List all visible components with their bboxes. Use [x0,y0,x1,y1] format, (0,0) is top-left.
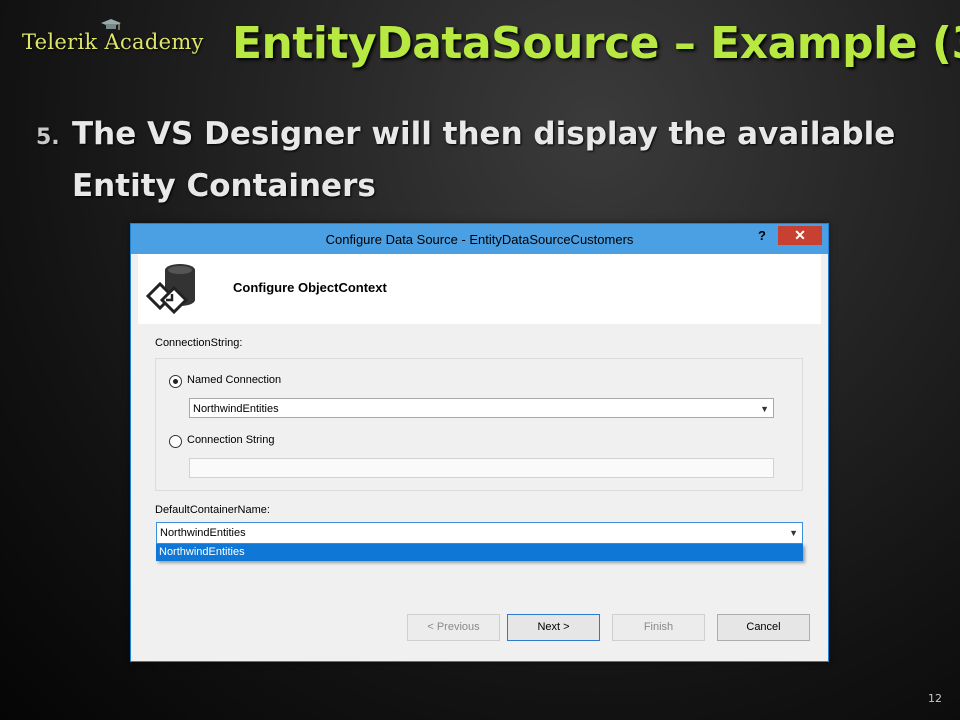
chevron-down-icon: ▼ [760,404,769,414]
next-button[interactable]: Next > [507,614,600,641]
configure-data-source-dialog: Configure Data Source - EntityDataSource… [130,223,829,662]
close-button[interactable]: ✕ [778,226,822,245]
database-configure-icon [145,264,195,315]
dialog-titlebar[interactable]: Configure Data Source - EntityDataSource… [131,224,828,254]
named-connection-label[interactable]: Named Connection [187,374,281,386]
slide-title: EntityDataSource – Example (3) [232,18,960,69]
wizard-header: Configure ObjectContext [138,254,821,324]
bullet-text: The VS Designer will then display the av… [72,116,896,204]
bullet-number: 5. [36,125,60,150]
previous-button[interactable]: < Previous [407,614,500,641]
default-container-select[interactable]: NorthwindEntities ▼ [156,522,803,544]
connection-string-radio[interactable] [169,435,182,448]
connection-string-label: ConnectionString: [155,337,243,349]
page-number: 12 [928,692,942,705]
named-connection-radio[interactable] [169,375,182,388]
dialog-title: Configure Data Source - EntityDataSource… [325,232,634,247]
named-connection-select[interactable]: NorthwindEntities ▼ [189,398,774,418]
dropdown-option[interactable]: NorthwindEntities [156,544,803,561]
chevron-down-icon: ▼ [789,528,798,538]
named-connection-value: NorthwindEntities [193,403,279,415]
help-button[interactable]: ? [750,226,774,246]
finish-button[interactable]: Finish [612,614,705,641]
wizard-step-title: Configure ObjectContext [233,280,387,295]
cancel-button[interactable]: Cancel [717,614,810,641]
logo-text: Telerik Academy [22,30,204,54]
connection-string-option-label[interactable]: Connection String [187,434,274,446]
connection-groupbox: Named Connection NorthwindEntities ▼ Con… [155,358,803,491]
default-container-label: DefaultContainerName: [155,504,270,516]
dropdown-option-label: NorthwindEntities [159,546,245,558]
default-container-value: NorthwindEntities [160,527,246,539]
wizard-content: ConnectionString: Named Connection North… [138,324,821,654]
connection-string-input[interactable] [189,458,774,478]
graduation-cap-icon [101,19,121,30]
telerik-academy-logo: Telerik Academy [22,19,204,54]
